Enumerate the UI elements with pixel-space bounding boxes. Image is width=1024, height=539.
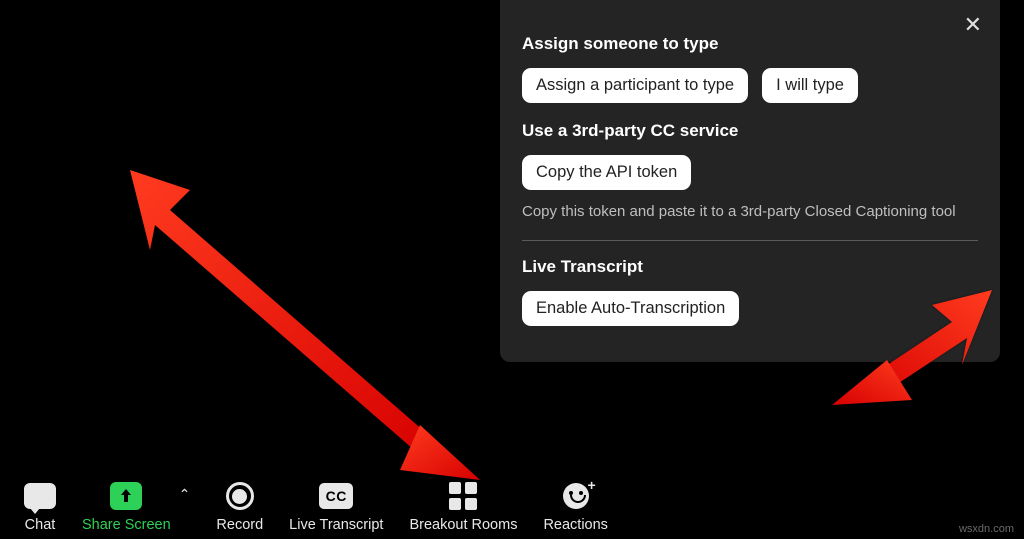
watermark-text: wsxdn.com — [959, 523, 1014, 535]
chat-button[interactable]: Chat — [24, 481, 56, 533]
annotation-arrow-left — [130, 170, 480, 495]
reactions-button[interactable]: + Reactions — [543, 481, 607, 533]
live-transcript-heading: Live Transcript — [522, 257, 978, 277]
record-label: Record — [216, 517, 263, 533]
assign-section: Assign someone to type Assign a particip… — [522, 34, 978, 103]
chat-icon — [24, 483, 56, 509]
third-party-section: Use a 3rd-party CC service Copy the API … — [522, 121, 978, 222]
assign-heading: Assign someone to type — [522, 34, 978, 54]
close-icon[interactable]: ✕ — [964, 14, 982, 36]
assign-participant-button[interactable]: Assign a participant to type — [522, 68, 748, 103]
live-transcript-label: Live Transcript — [289, 517, 383, 533]
breakout-rooms-label: Breakout Rooms — [409, 517, 517, 533]
enable-auto-transcription-button[interactable]: Enable Auto-Transcription — [522, 291, 739, 326]
reactions-icon — [563, 483, 589, 509]
reactions-label: Reactions — [543, 517, 607, 533]
chat-label: Chat — [25, 517, 56, 533]
copy-api-token-button[interactable]: Copy the API token — [522, 155, 691, 190]
third-party-description: Copy this token and paste it to a 3rd-pa… — [522, 202, 978, 222]
plus-icon: + — [588, 477, 596, 493]
annotation-arrow-right — [832, 290, 992, 415]
divider — [522, 240, 978, 241]
share-screen-label: Share Screen — [82, 517, 171, 533]
i-will-type-button[interactable]: I will type — [762, 68, 858, 103]
third-party-heading: Use a 3rd-party CC service — [522, 121, 978, 141]
